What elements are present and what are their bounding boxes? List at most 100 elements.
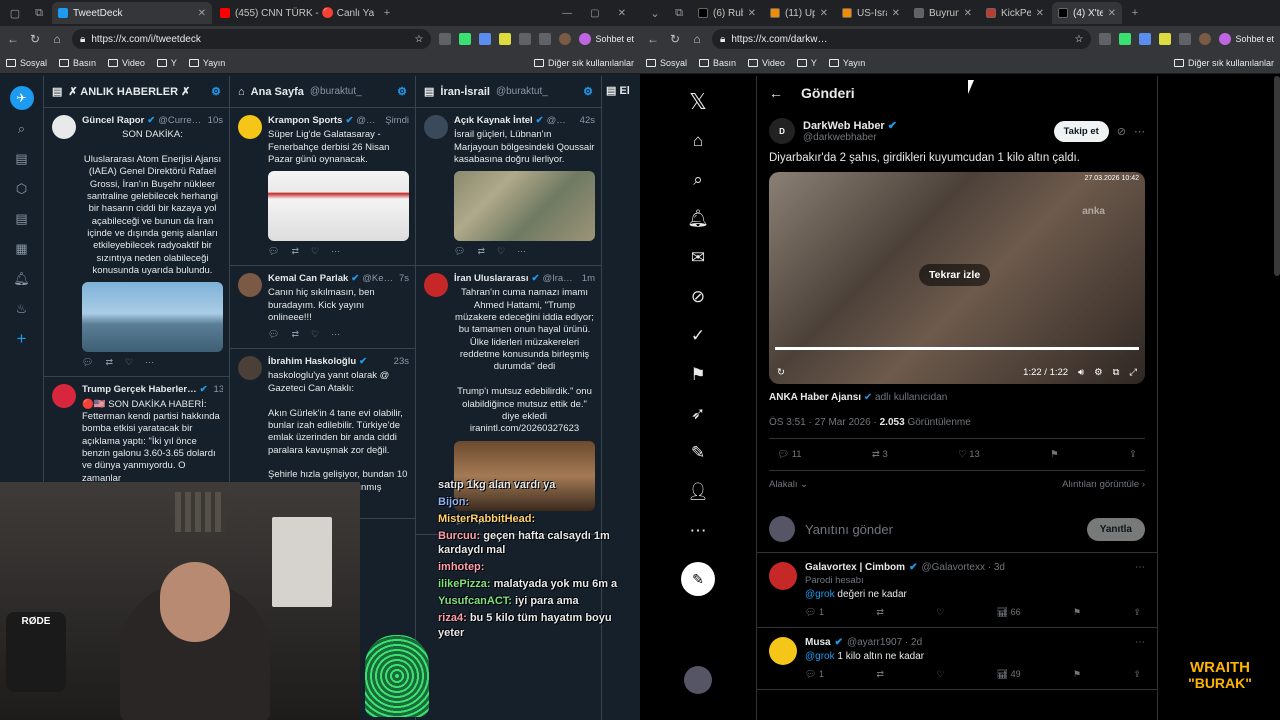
reply-icon[interactable]: 💬︎ 1: [805, 607, 824, 618]
add-column-icon[interactable]: +: [11, 328, 33, 350]
bookmark-folder[interactable]: Yayın: [828, 58, 865, 68]
reply-action[interactable]: 💬︎ 11: [777, 449, 802, 460]
fullscreen-icon[interactable]: ⤢: [1129, 367, 1137, 378]
chat-username[interactable]: MisterRabbitHead:: [438, 513, 535, 525]
translate-icon[interactable]: [1139, 33, 1152, 45]
bookmark-folder[interactable]: Sosyal: [6, 58, 47, 68]
account-avatar[interactable]: [684, 666, 712, 694]
close-tab-icon[interactable]: ✕: [198, 8, 206, 19]
repost-icon[interactable]: ⇄: [105, 357, 113, 369]
bookmark-icon[interactable]: ⚑: [1050, 449, 1059, 460]
copilot-button[interactable]: Sohbet et: [1219, 33, 1274, 45]
bookmarks-icon[interactable]: ⚑: [678, 355, 718, 394]
extension-icon[interactable]: [1099, 33, 1112, 45]
tweet-author[interactable]: Açık Kaynak İntel: [454, 115, 533, 127]
communities-icon[interactable]: ✓: [678, 316, 718, 355]
like-icon[interactable]: ♡: [936, 607, 944, 618]
favorite-star-icon[interactable]: ☆: [415, 34, 424, 45]
tweet-author[interactable]: Krampon Sports: [268, 115, 342, 127]
video-player[interactable]: 27.03.2026 10:42 anka Tekrar izle ↻ 1:22…: [769, 172, 1145, 384]
reply-author[interactable]: Musa: [805, 637, 831, 648]
browser-tab[interactable]: (6) Rubio ✕: [692, 2, 762, 24]
sort-dropdown[interactable]: Alakalı ⌄: [769, 479, 808, 490]
close-tab-icon[interactable]: ✕: [1036, 8, 1044, 19]
view-quotes-link[interactable]: Alıntıları görüntüle ›: [1062, 479, 1145, 490]
extension-icon[interactable]: [1159, 33, 1172, 45]
other-favorites[interactable]: Diğer sık kullanılanlar: [1173, 58, 1274, 68]
new-tab-icon[interactable]: +: [1124, 2, 1146, 24]
like-icon[interactable]: ♡: [311, 246, 319, 258]
reply-input[interactable]: Yanıtını gönder: [805, 522, 893, 537]
bookmark-folder[interactable]: Basın: [59, 58, 96, 68]
tweet-author[interactable]: İran Uluslararası: [454, 273, 528, 285]
views-icon[interactable]: 📊︎ 66: [997, 607, 1021, 618]
tab-actions-icon[interactable]: ▢: [4, 2, 26, 24]
column-settings-icon[interactable]: ⚙: [583, 85, 593, 98]
notifications-icon[interactable]: 🔔︎: [11, 268, 33, 290]
repost-icon[interactable]: ⇄: [876, 669, 884, 680]
x-logo-icon[interactable]: 𝕏: [678, 82, 718, 121]
tweet-media[interactable]: [82, 282, 223, 353]
messages-icon[interactable]: ✉: [678, 238, 718, 277]
settings-icon[interactable]: ⚙: [1094, 367, 1103, 378]
home-icon[interactable]: ⌂: [690, 32, 704, 46]
more-icon[interactable]: ⋯: [1135, 562, 1145, 573]
tweet-avatar[interactable]: [424, 273, 448, 298]
more-icon[interactable]: ⋯: [145, 357, 154, 369]
search-icon[interactable]: ⌕: [11, 118, 33, 140]
copilot-button[interactable]: Sohbet et: [579, 33, 634, 45]
bookmark-folder[interactable]: Y: [156, 58, 177, 68]
list-icon[interactable]: ▤: [11, 208, 33, 230]
explore-icon[interactable]: ⬡: [11, 178, 33, 200]
reply-icon[interactable]: 💬︎: [82, 357, 93, 369]
reply-icon[interactable]: 💬︎: [268, 246, 279, 258]
more-icon[interactable]: ⋯: [678, 511, 718, 550]
tweetdeck-logo-icon[interactable]: ✈: [9, 86, 34, 110]
workspaces-icon[interactable]: ⧉: [668, 2, 690, 24]
notifications-icon[interactable]: 🔔︎: [678, 199, 718, 238]
extension-icon[interactable]: [459, 33, 472, 45]
chat-username[interactable]: imhotep:: [438, 561, 484, 573]
browser-tab[interactable]: KickPeek ✕: [980, 2, 1050, 24]
share-icon[interactable]: ⇪: [1133, 669, 1141, 680]
more-icon[interactable]: ⋯: [331, 329, 340, 341]
chat-username[interactable]: Burcuu:: [438, 530, 480, 542]
repost-action[interactable]: ⇄ 3: [872, 449, 888, 460]
back-icon[interactable]: ←: [646, 32, 660, 46]
other-favorites[interactable]: Diğer sık kullanılanlar: [533, 58, 634, 68]
like-icon[interactable]: ♡: [125, 357, 133, 369]
maximize-icon[interactable]: ▢: [590, 8, 599, 19]
trending-icon[interactable]: ♨: [11, 298, 33, 320]
split-screen-icon[interactable]: [1179, 33, 1192, 45]
extension-icon[interactable]: [1119, 33, 1132, 45]
like-icon[interactable]: ♡: [497, 246, 505, 258]
reply-icon[interactable]: 💬︎: [268, 329, 279, 341]
reply-avatar[interactable]: [769, 562, 797, 590]
tab-actions-icon[interactable]: ⌄: [644, 2, 666, 24]
author-name-row[interactable]: DarkWeb Haber ✔: [803, 119, 897, 132]
repost-icon[interactable]: ⇄: [876, 607, 884, 618]
reply-post[interactable]: Musa ✔ @ayarr1907 · 2d ⋯ @grok 1 kilo altın …: [757, 628, 1157, 690]
bookmark-icon[interactable]: ⚑: [1073, 607, 1081, 618]
like-icon[interactable]: ♡: [311, 329, 319, 341]
views-icon[interactable]: 📊︎ 49: [997, 669, 1021, 680]
volume-icon[interactable]: 🔊︎: [1078, 367, 1084, 378]
chat-username[interactable]: YusufcanACT:: [438, 595, 512, 607]
reply-avatar[interactable]: [769, 637, 797, 665]
bookmark-folder[interactable]: Video: [108, 58, 145, 68]
reload-icon[interactable]: ↻: [28, 32, 42, 46]
reply-icon[interactable]: 💬︎ 1: [805, 669, 824, 680]
translate-icon[interactable]: [479, 33, 492, 45]
tab-cnn[interactable]: (455) CNN TÜRK - 🔴 Canlı Yayın ✕: [214, 2, 374, 24]
close-tab-icon[interactable]: ✕: [820, 8, 828, 19]
profile-avatar[interactable]: [1199, 33, 1212, 45]
tweet-avatar[interactable]: [52, 384, 76, 409]
bookmark-folder[interactable]: Yayın: [188, 58, 225, 68]
repost-icon[interactable]: ⇄: [477, 246, 485, 258]
bookmark-icon[interactable]: ⚑: [1073, 669, 1081, 680]
tweet-media[interactable]: [268, 171, 409, 242]
profile-avatar[interactable]: [559, 33, 572, 45]
workspaces-icon[interactable]: ⧉: [28, 2, 50, 24]
tweet-avatar[interactable]: [238, 356, 262, 381]
tweet-author[interactable]: Kemal Can Parlak: [268, 273, 348, 285]
